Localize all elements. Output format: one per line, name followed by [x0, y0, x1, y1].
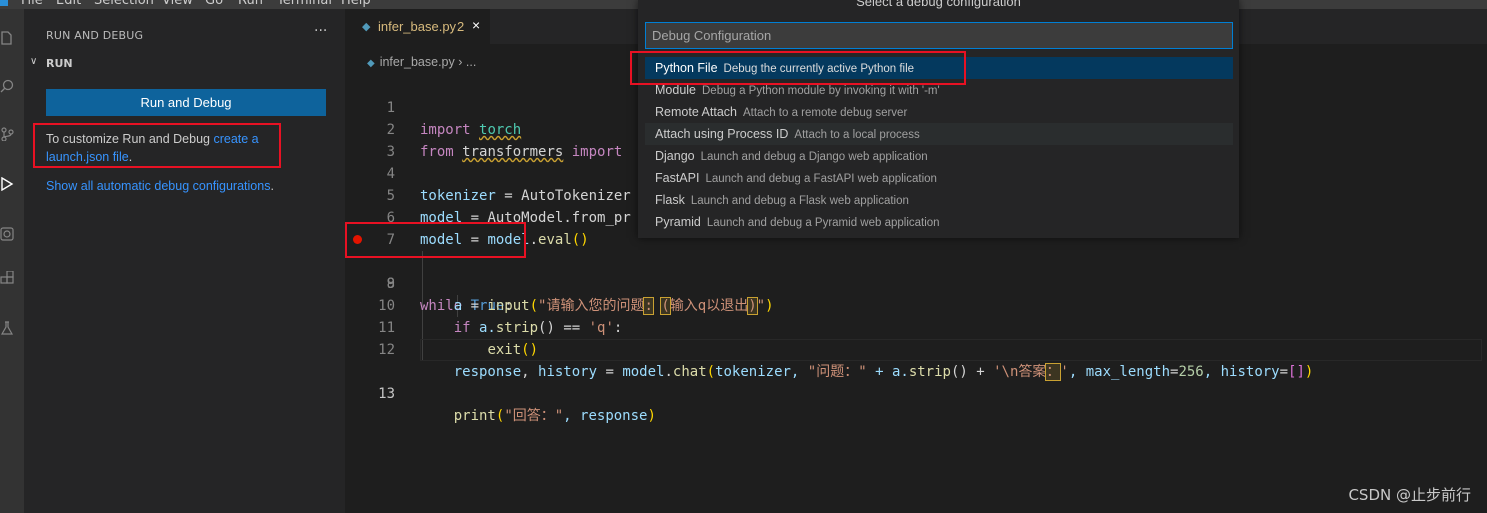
close-icon[interactable]: × — [472, 17, 480, 33]
run-section-header[interactable]: RUN — [46, 57, 73, 70]
quick-pick-item-flask[interactable]: Flask Launch and debug a Flask web applic… — [645, 189, 1233, 211]
item-description: Launch and debug a Flask web application — [690, 195, 909, 207]
token: '\n答案 — [993, 364, 1047, 380]
token: chat — [672, 364, 707, 380]
token: 256 — [1178, 364, 1204, 380]
token: model — [622, 364, 665, 380]
remote-explorer-icon[interactable] — [0, 227, 14, 241]
current-line-highlight — [420, 339, 1482, 361]
annotation-box-customize — [33, 123, 281, 168]
item-label: Remote Attach — [655, 105, 737, 119]
token: , — [521, 364, 539, 380]
menu-help[interactable]: Help — [341, 0, 371, 8]
item-description: Attach to a local process — [794, 129, 920, 141]
breadcrumb-file[interactable]: infer_base.py — [380, 55, 455, 69]
debug-config-input[interactable] — [645, 22, 1233, 49]
run-and-debug-button[interactable]: Run and Debug — [46, 89, 326, 116]
run-and-debug-icon[interactable] — [0, 177, 14, 191]
item-label: Module — [655, 83, 696, 97]
menu-selection[interactable]: Selection — [94, 0, 154, 8]
token: ) — [1304, 364, 1314, 380]
token: [] — [1288, 364, 1305, 380]
code-line-10: 10 if a.strip() == 'q': — [345, 273, 1487, 336]
chevron-down-icon[interactable]: ∨ — [30, 56, 37, 67]
item-description: Launch and debug a FastAPI web applicati… — [705, 173, 937, 185]
tab-label: infer_base.py — [378, 19, 457, 34]
breadcrumb-more[interactable]: ... — [466, 55, 476, 69]
menu-run[interactable]: Run — [238, 0, 263, 8]
token: () + — [950, 364, 994, 380]
item-description: Debug a Python module by invoking it wit… — [702, 85, 940, 97]
show-all-debug-configs-link[interactable]: Show all automatic debug configurations — [46, 179, 270, 193]
watermark: CSDN @止步前行 — [1348, 486, 1471, 504]
show-all-configs: Show all automatic debug configurations. — [46, 179, 274, 193]
breadcrumb: ◆ infer_base.py › ... — [367, 55, 476, 69]
problems-badge: 2 — [457, 19, 465, 34]
item-label: Pyramid — [655, 215, 701, 229]
line-number: 13 — [378, 386, 395, 402]
search-icon[interactable] — [0, 79, 14, 93]
more-actions-icon[interactable]: ··· — [314, 23, 327, 39]
quick-pick-title: Select a debug configuration — [856, 0, 1021, 9]
token: tokenizer, — [715, 364, 808, 380]
menu-terminal[interactable]: Terminal — [277, 0, 332, 8]
sidebar-title: RUN AND DEBUG — [46, 29, 144, 42]
token: print — [453, 408, 496, 424]
token: = — [1279, 364, 1289, 380]
token: strip — [908, 364, 951, 380]
python-file-icon: ◆ — [362, 21, 371, 33]
token: "回答：" — [504, 408, 564, 424]
menu-go[interactable]: Go — [205, 0, 223, 8]
explorer-icon[interactable] — [0, 31, 14, 45]
token: , history — [1203, 364, 1280, 380]
item-description: Launch and debug a Pyramid web applicati… — [706, 217, 940, 229]
annotation-box-python-file — [630, 51, 966, 85]
menu-edit[interactable]: Edit — [56, 0, 81, 8]
run-debug-sidebar: RUN AND DEBUG ··· ∨ RUN Run and Debug To… — [24, 9, 345, 513]
token: ' — [1060, 364, 1069, 380]
token: ) — [647, 408, 656, 424]
extensions-icon[interactable] — [0, 271, 14, 285]
item-label: Flask — [655, 193, 685, 207]
source-control-icon[interactable] — [0, 127, 14, 141]
token: ： — [1045, 363, 1062, 381]
testing-icon[interactable] — [0, 321, 14, 335]
quick-pick-item-fastapi[interactable]: FastAPI Launch and debug a FastAPI web ap… — [645, 167, 1233, 189]
item-label: Attach using Process ID — [655, 127, 789, 141]
token: ( — [706, 364, 716, 380]
item-description: Launch and debug a Django web applicatio… — [700, 151, 928, 163]
code-line-12: 12 response, history = model.chat(tokeni… — [345, 317, 1487, 381]
item-label: Django — [655, 149, 695, 163]
token: history — [538, 364, 598, 380]
item-description: Attach to a remote debug server — [743, 107, 908, 119]
token: . — [664, 364, 673, 380]
token: + a. — [866, 364, 909, 380]
tab-infer-base[interactable]: ◆ infer_base.py 2 × — [345, 9, 490, 44]
quick-pick-item-django[interactable]: Django Launch and debug a Django web appl… — [645, 145, 1233, 167]
breadcrumb-separator: › — [458, 55, 463, 69]
quick-pick-item-attach-process[interactable]: Attach using Process ID Attach to a local… — [645, 123, 1233, 145]
quick-pick-item-pyramid[interactable]: Pyramid Launch and debug a Pyramid web ap… — [645, 211, 1233, 233]
token: , max_length — [1068, 364, 1171, 380]
activity-bar — [0, 9, 24, 513]
token: "问题：" — [807, 364, 867, 380]
code-line-13: 13 print ( "回答：", response) — [345, 339, 1487, 424]
token: , response — [563, 408, 648, 424]
menu-view[interactable]: View — [162, 0, 193, 8]
debug-config-quick-pick: Select a debug configuration Python File… — [630, 0, 1239, 238]
item-label: FastAPI — [655, 171, 700, 185]
show-all-period: . — [270, 179, 274, 193]
quick-pick-item-remote-attach[interactable]: Remote Attach Attach to a remote debug se… — [645, 101, 1233, 123]
code-line-11: 11 exit() — [345, 295, 1487, 358]
python-file-icon: ◆ — [367, 58, 375, 69]
annotation-box-while-line — [345, 222, 526, 258]
menu-file[interactable]: File — [21, 0, 43, 8]
token: response — [453, 364, 522, 380]
vscode-logo-icon — [0, 0, 8, 6]
token: = — [597, 364, 623, 380]
